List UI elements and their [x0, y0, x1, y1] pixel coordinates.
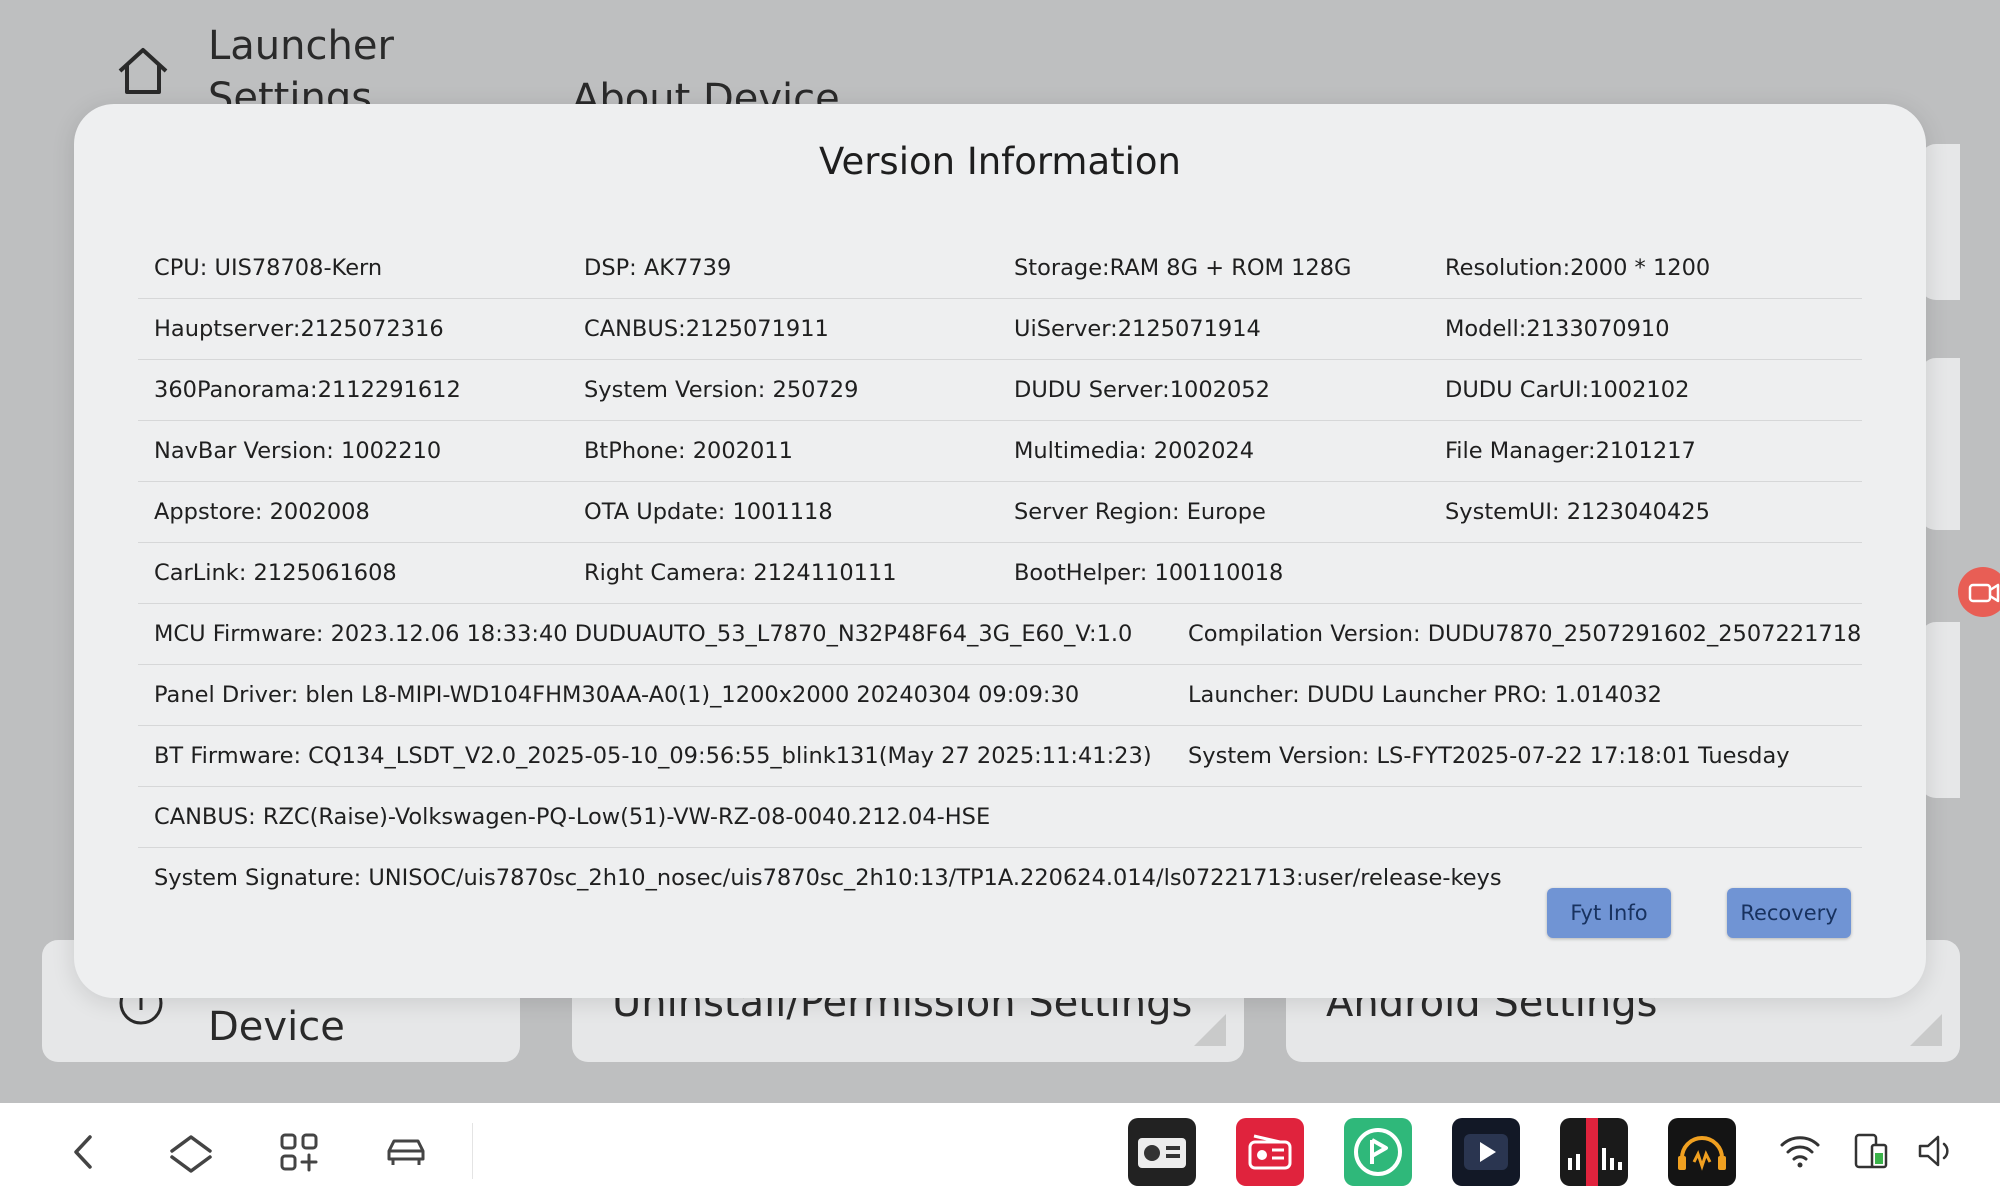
- info-cell: CANBUS:2125071911: [584, 316, 829, 342]
- info-cell: Server Region: Europe: [1014, 499, 1266, 525]
- info-cell: Right Camera: 2124110111: [584, 560, 897, 586]
- info-cell: CPU: UIS78708-Kern: [154, 255, 383, 281]
- fm-radio-app-icon[interactable]: [1236, 1118, 1304, 1186]
- back-icon[interactable]: [62, 1129, 108, 1175]
- fyt-info-button[interactable]: Fyt Info: [1547, 888, 1671, 938]
- audio-app-icon[interactable]: [1668, 1118, 1736, 1186]
- volume-icon[interactable]: [1914, 1131, 1958, 1171]
- table-row: Appstore: 2002008 OTA Update: 1001118 Se…: [138, 482, 1862, 543]
- info-cell: Resolution:2000 * 1200: [1445, 255, 1711, 281]
- floating-camera-button[interactable]: [1958, 567, 2000, 617]
- table-row: Hauptserver:2125072316 CANBUS:2125071911…: [138, 299, 1862, 360]
- info-cell: DSP: AK7739: [584, 255, 732, 281]
- wifi-icon[interactable]: [1778, 1131, 1822, 1171]
- info-cell: Hauptserver:2125072316: [154, 316, 444, 342]
- table-row: CPU: UIS78708-Kern DSP: AK7739 Storage:R…: [138, 238, 1862, 299]
- table-row: 360Panorama:2112291612 System Version: 2…: [138, 360, 1862, 421]
- corner-triangle-icon: [1194, 1014, 1226, 1046]
- table-row: NavBar Version: 1002210 BtPhone: 2002011…: [138, 421, 1862, 482]
- info-cell: CANBUS: RZC(Raise)-Volkswagen-PQ-Low(51)…: [154, 804, 991, 830]
- version-info-table: CPU: UIS78708-Kern DSP: AK7739 Storage:R…: [138, 238, 1862, 908]
- side-card-edge: [1920, 144, 1960, 300]
- home-outline-icon[interactable]: [116, 46, 170, 96]
- info-cell: Multimedia: 2002024: [1014, 438, 1255, 464]
- table-row: MCU Firmware: 2023.12.06 18:33:40 DUDUAU…: [138, 604, 1862, 665]
- bottom-navigation-bar: [0, 1103, 2000, 1200]
- table-row: CarLink: 2125061608 Right Camera: 212411…: [138, 543, 1862, 604]
- table-row: BT Firmware: CQ134_LSDT_V2.0_2025-05-10_…: [138, 726, 1862, 787]
- info-cell: SystemUI: 2123040425: [1445, 499, 1710, 525]
- info-cell: 360Panorama:2112291612: [154, 377, 461, 403]
- info-cell: System Version: 250729: [584, 377, 859, 403]
- video-player-app-icon[interactable]: [1452, 1118, 1520, 1186]
- side-card-edge: [1920, 358, 1960, 530]
- info-cell: CarLink: 2125061608: [154, 560, 397, 586]
- info-cell: DUDU Server:1002052: [1014, 377, 1270, 403]
- info-cell: Modell:2133070910: [1445, 316, 1670, 342]
- info-cell: MCU Firmware: 2023.12.06 18:33:40 DUDUAU…: [154, 621, 1133, 647]
- info-cell: Panel Driver: blen L8-MIPI-WD104FHM30AA-…: [154, 682, 1080, 708]
- info-cell: System Signature: UNISOC/uis7870sc_2h10_…: [154, 865, 1502, 891]
- car-icon[interactable]: [383, 1129, 429, 1175]
- apps-icon[interactable]: [276, 1129, 322, 1175]
- recovery-button[interactable]: Recovery: [1727, 888, 1851, 938]
- info-cell: Compilation Version: DUDU7870_2507291602…: [1188, 621, 1862, 647]
- corner-triangle-icon: [1910, 1014, 1942, 1046]
- info-cell: Launcher: DUDU Launcher PRO: 1.014032: [1188, 682, 1662, 708]
- table-row: Panel Driver: blen L8-MIPI-WD104FHM30AA-…: [138, 665, 1862, 726]
- info-cell: BtPhone: 2002011: [584, 438, 793, 464]
- info-cell: DUDU CarUI:1002102: [1445, 377, 1690, 403]
- phone-battery-icon[interactable]: [1848, 1131, 1892, 1171]
- info-cell: NavBar Version: 1002210: [154, 438, 442, 464]
- info-cell: System Version: LS-FYT2025-07-22 17:18:0…: [1188, 743, 1790, 769]
- table-row: CANBUS: RZC(Raise)-Volkswagen-PQ-Low(51)…: [138, 787, 1862, 848]
- camera-icon: [1968, 583, 2000, 603]
- dialog-title: Version Information: [819, 140, 1181, 183]
- equalizer-app-icon[interactable]: [1560, 1118, 1628, 1186]
- info-cell: OTA Update: 1001118: [584, 499, 833, 525]
- info-cell: File Manager:2101217: [1445, 438, 1696, 464]
- music-app-icon[interactable]: [1344, 1118, 1412, 1186]
- side-card-edge: [1920, 622, 1960, 798]
- home-icon[interactable]: [168, 1129, 214, 1175]
- info-cell: Storage:RAM 8G + ROM 128G: [1014, 255, 1352, 281]
- info-cell: UiServer:2125071914: [1014, 316, 1261, 342]
- device-card-label: Device: [208, 1004, 345, 1050]
- nav-divider: [472, 1123, 473, 1179]
- version-information-dialog: Version Information CPU: UIS78708-Kern D…: [74, 104, 1926, 998]
- info-cell: BootHelper: 100110018: [1014, 560, 1284, 586]
- info-cell: BT Firmware: CQ134_LSDT_V2.0_2025-05-10_…: [154, 743, 1152, 769]
- info-cell: Appstore: 2002008: [154, 499, 370, 525]
- radio-app-icon[interactable]: [1128, 1118, 1196, 1186]
